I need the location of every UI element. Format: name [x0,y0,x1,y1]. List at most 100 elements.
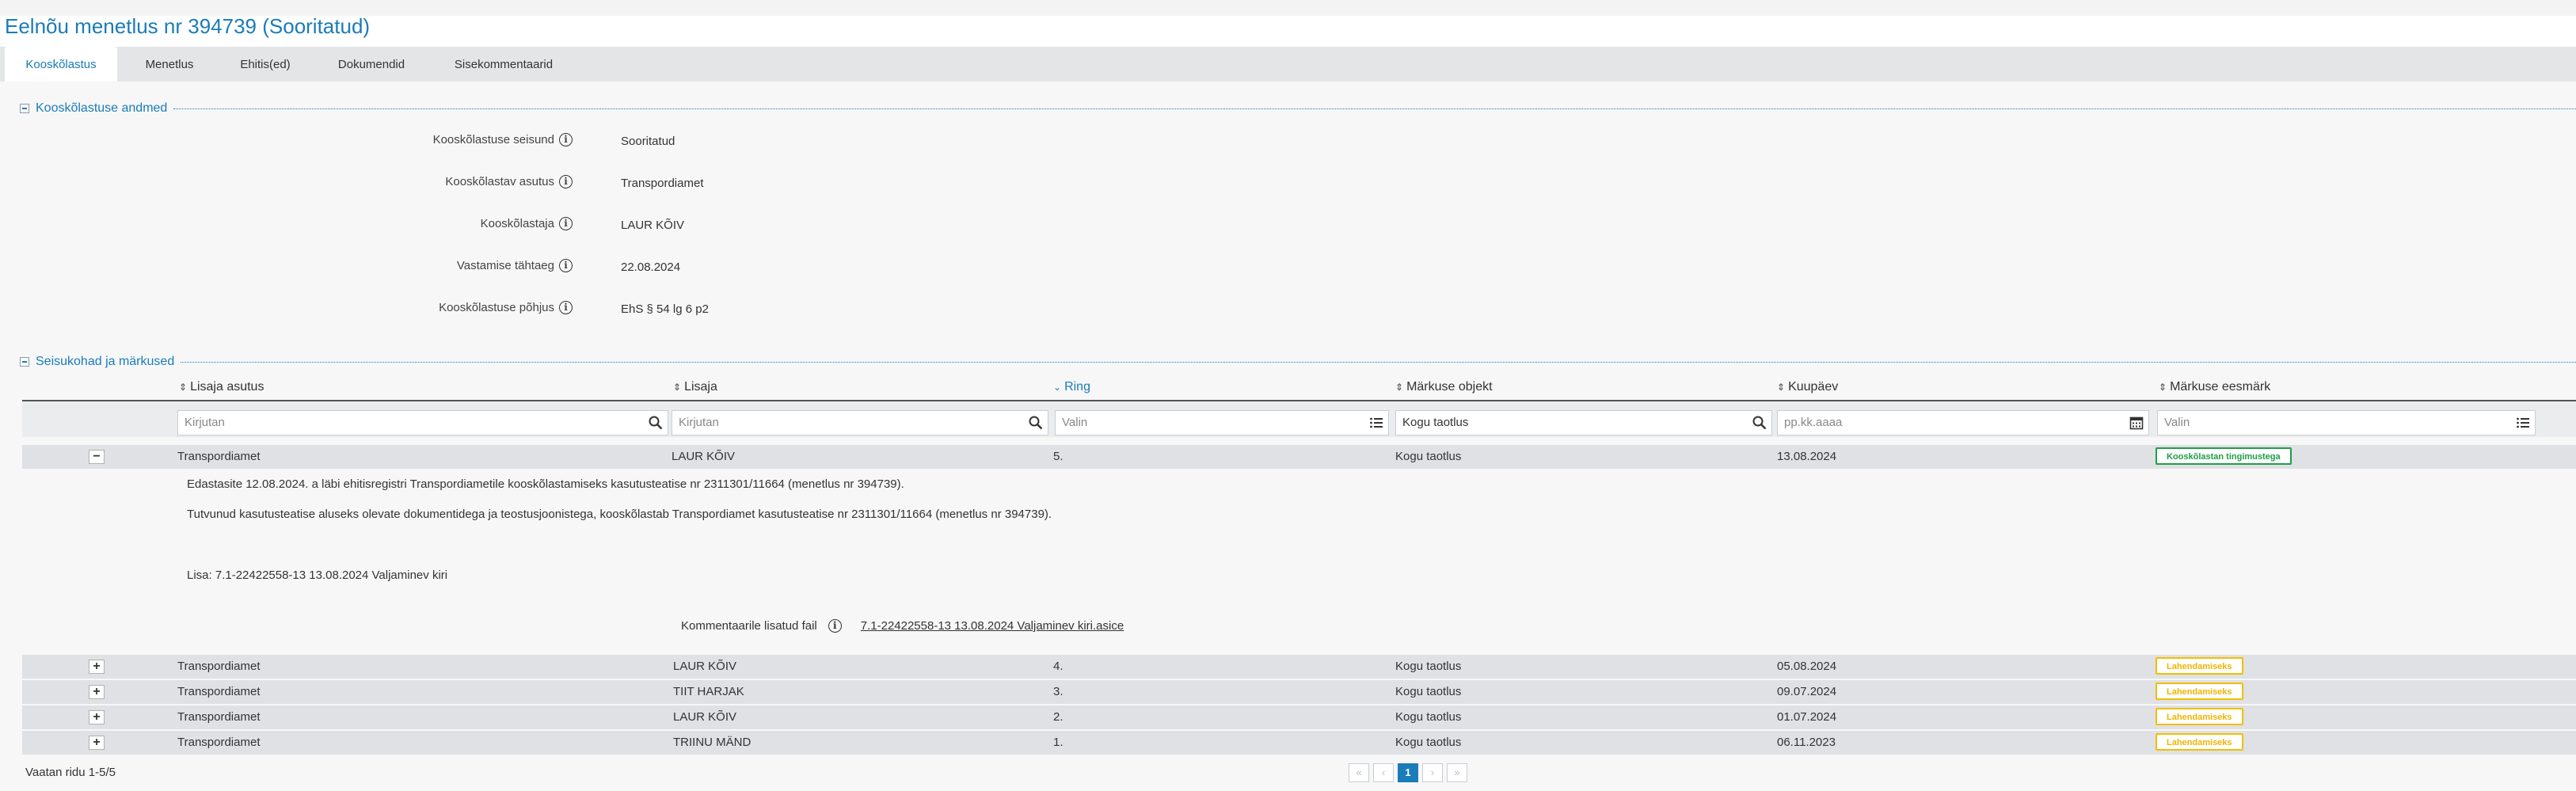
section-kooskolastuse-andmed: Kooskõlastuse andmed [20,101,2576,116]
cell-asutus: Transpordiamet [177,450,261,463]
column-header-lisaja[interactable]: ⇕ Lisaja [673,380,717,394]
section-seisukohad: Seisukohad ja märkused [20,354,2576,370]
cell-objekt: Kogu taotlus [1395,685,1462,698]
section-title: Kooskõlastuse andmed [36,101,168,115]
field-label-text: Kooskõlastav asutus [445,175,554,188]
info-icon[interactable]: i [559,301,573,314]
first-page-icon[interactable]: « [1349,763,1369,782]
info-icon[interactable]: i [559,133,573,146]
status-badge: Lahendamiseks [2156,708,2243,725]
field-value-pohjus: EhS § 54 lg 6 p2 [621,302,709,316]
detail-attachment: Lisa: 7.1-22422558-13 13.08.2024 Valjami… [187,569,448,582]
filter-markuse-eesmark[interactable]: Valin [2157,410,2536,435]
column-header-markuse-objekt[interactable]: ⇕ Märkuse objekt [1395,380,1493,394]
tab-bar: Kooskõlastus Menetlus Ehitis(ed) Dokumen… [0,47,2576,82]
attached-file-link[interactable]: 7.1-22422558-13 13.08.2024 Valjaminev ki… [861,619,1124,633]
table-row[interactable]: + Transpordiamet TRIINU MÄND 1. Kogu tao… [22,731,2576,755]
filter-kuupaev[interactable]: pp.kk.aaaa [1777,410,2149,435]
column-header-ring[interactable]: ⌄ Ring [1053,380,1090,394]
field-value-asutus: Transpordiamet [621,177,704,190]
pagination-summary: Vaatan ridu 1-5/5 [25,766,116,779]
sort-icon: ⇕ [179,382,188,393]
info-icon[interactable]: i [559,259,573,272]
cell-lisaja: TIIT HARJAK [673,685,744,698]
cell-asutus: Transpordiamet [177,736,261,749]
page-button[interactable]: 1 [1398,763,1418,782]
cell-asutus: Transpordiamet [177,685,261,698]
cell-objekt: Kogu taotlus [1395,660,1462,673]
column-header-label: Kuupäev [1788,380,1839,394]
status-badge: Lahendamiseks [2156,733,2243,751]
column-header-lisaja-asutus[interactable]: ⇕ Lisaja asutus [179,380,264,394]
table-row[interactable]: + Transpordiamet TIIT HARJAK 3. Kogu tao… [22,680,2576,704]
table-row[interactable]: − Transpordiamet LAUR KÕIV 5. Kogu taotl… [22,445,2576,469]
search-icon[interactable] [1752,416,1767,430]
cell-kuupaev: 09.07.2024 [1777,685,1837,698]
collapse-row-icon[interactable]: − [89,450,105,464]
tab-kooskolastus[interactable]: Kooskõlastus [5,47,117,82]
collapse-icon[interactable] [20,104,29,113]
column-header-label: Ring [1064,380,1090,394]
search-icon[interactable] [1029,416,1043,430]
filter-placeholder: Valin [1062,416,1088,429]
filter-ring[interactable]: Valin [1055,410,1389,435]
prev-page-icon[interactable]: ‹ [1373,763,1394,782]
info-icon[interactable]: i [559,217,573,230]
sort-desc-icon: ⌄ [1053,382,1062,393]
search-icon[interactable] [649,416,663,430]
expand-row-icon[interactable]: + [89,736,105,750]
list-icon[interactable] [1369,416,1383,430]
list-icon[interactable] [2516,416,2530,430]
tab-ehitised[interactable]: Ehitis(ed) [222,47,309,82]
top-strip [0,0,2576,16]
column-header-label: Lisaja asutus [190,380,264,394]
section-divider [173,108,2576,109]
filter-placeholder: pp.kk.aaaa [1784,416,1843,429]
field-value-kooskolastaja: LAUR KÕIV [621,219,685,232]
column-header-markuse-eesmark[interactable]: ⇕ Märkuse eesmärk [2159,380,2270,394]
tab-menetlus[interactable]: Menetlus [127,47,212,82]
filter-lisaja[interactable]: Kirjutan [672,410,1048,435]
cell-lisaja: LAUR KÕIV [672,450,736,463]
sort-icon: ⇕ [1395,382,1404,393]
field-label-tahtaeg: Vastamise tähtaeg i [457,259,573,272]
filter-value: Kogu taotlus [1402,416,1469,429]
row-detail [22,469,2576,652]
column-header-label: Lisaja [684,380,717,394]
field-label-text: Kooskõlastuse põhjus [439,301,554,314]
status-badge: Lahendamiseks [2156,683,2243,700]
expand-row-icon[interactable]: + [89,660,105,674]
collapse-icon[interactable] [20,357,29,367]
cell-ring: 4. [1053,660,1064,673]
sort-icon: ⇕ [673,382,682,393]
field-label-text: Vastamise tähtaeg [456,259,554,272]
section-divider [181,361,2576,363]
calendar-icon[interactable] [2129,416,2144,430]
expand-row-icon[interactable]: + [89,685,105,699]
info-icon[interactable]: i [828,619,842,633]
table-row[interactable]: + Transpordiamet LAUR KÕIV 4. Kogu taotl… [22,655,2576,679]
cell-ring: 5. [1053,450,1064,463]
filter-placeholder: Valin [2164,416,2190,429]
field-label-kooskolastaja: Kooskõlastaja i [481,217,573,230]
detail-text: Edastasite 12.08.2024. a läbi ehitisregi… [187,477,904,491]
table-row[interactable]: + Transpordiamet LAUR KÕIV 2. Kogu taotl… [22,705,2576,729]
tab-dokumendid[interactable]: Dokumendid [318,47,424,82]
info-icon[interactable]: i [559,175,573,188]
cell-ring: 3. [1053,685,1064,698]
cell-kuupaev: 01.07.2024 [1777,710,1837,724]
column-header-kuupaev[interactable]: ⇕ Kuupäev [1777,380,1838,394]
filter-markuse-objekt[interactable]: Kogu taotlus [1395,410,1772,435]
expand-row-icon[interactable]: + [89,710,105,724]
attached-file-row: Kommentaarile lisatud fail i 7.1-2242255… [681,619,1124,633]
filter-lisaja-asutus[interactable]: Kirjutan [177,410,668,435]
sort-icon: ⇕ [1777,382,1786,393]
tab-sisekommentaarid[interactable]: Sisekommentaarid [434,47,573,82]
field-value-tahtaeg: 22.08.2024 [621,260,681,274]
last-page-icon[interactable]: » [1447,763,1467,782]
field-label-text: Kooskõlastuse seisund [432,133,554,146]
field-label-asutus: Kooskõlastav asutus i [445,175,573,188]
cell-asutus: Transpordiamet [177,660,261,673]
next-page-icon[interactable]: › [1422,763,1443,782]
cell-lisaja: TRIINU MÄND [673,736,751,749]
